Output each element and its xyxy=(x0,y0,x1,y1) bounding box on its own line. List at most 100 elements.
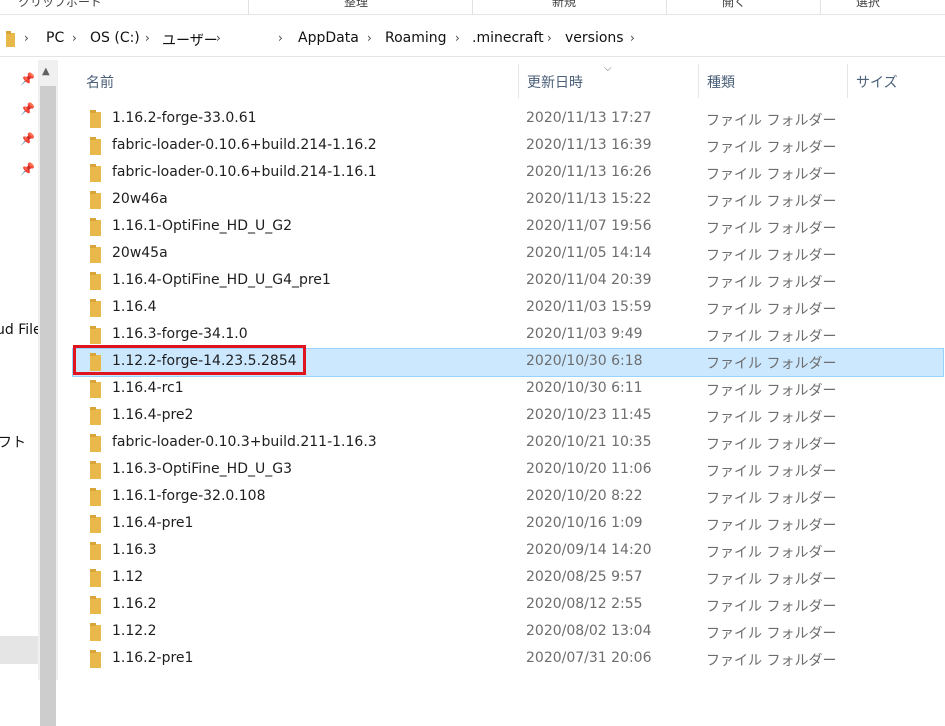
file-type: ファイル フォルダー xyxy=(706,410,837,426)
file-row[interactable]: fabric-loader-0.10.6+build.214-1.16.2 202… xyxy=(73,133,943,160)
file-date: 2020/11/13 16:26 xyxy=(526,164,652,180)
file-date: 2020/11/04 20:39 xyxy=(526,272,652,288)
folder-icon xyxy=(90,326,101,344)
breadcrumb-versions[interactable]: versions xyxy=(565,30,624,46)
file-date: 2020/10/21 10:35 xyxy=(526,434,652,450)
file-row[interactable]: 1.16.4-pre2 2020/10/23 11:45 ファイル フォルダー xyxy=(73,403,943,430)
file-name: 1.16.3-forge-34.1.0 xyxy=(112,326,248,342)
chevron-right-icon[interactable]: › xyxy=(455,31,460,45)
file-name: 1.16.3 xyxy=(112,542,157,558)
column-divider[interactable] xyxy=(518,64,519,98)
chevron-right-icon[interactable]: › xyxy=(547,31,552,45)
chevron-right-icon[interactable]: › xyxy=(278,31,283,45)
folder-icon xyxy=(90,569,101,587)
folder-icon xyxy=(90,542,101,560)
breadcrumb-users[interactable]: ユーザー xyxy=(162,30,218,50)
address-bar[interactable]: › PC › OS (C:) › ユーザー › › AppData › Roam… xyxy=(0,22,945,57)
file-row[interactable]: fabric-loader-0.10.3+build.211-1.16.3 202… xyxy=(73,430,943,457)
nav-item-cloud-files[interactable]: ud File xyxy=(0,322,42,338)
folder-icon xyxy=(90,272,101,290)
file-date: 2020/11/07 19:56 xyxy=(526,218,652,234)
chevron-right-icon[interactable]: › xyxy=(216,31,221,45)
file-row[interactable]: 1.16.2-forge-33.0.61 2020/11/13 17:27 ファイル… xyxy=(73,106,943,133)
file-row[interactable]: 1.16.4-pre1 2020/10/16 1:09 ファイル フォルダー xyxy=(73,511,943,538)
folder-icon xyxy=(90,434,101,452)
file-name: 1.16.2-forge-33.0.61 xyxy=(112,110,257,126)
file-row[interactable]: 1.16.1-forge-32.0.108 2020/10/20 8:22 ファイル… xyxy=(73,484,943,511)
file-row[interactable]: 1.16.4 2020/11/03 15:59 ファイル フォルダー xyxy=(73,295,943,322)
file-name: 1.12.2 xyxy=(112,623,157,639)
file-row[interactable]: 1.16.3 2020/09/14 14:20 ファイル フォルダー xyxy=(73,538,943,565)
file-row[interactable]: 20w45a 2020/11/05 14:14 ファイル フォルダー xyxy=(73,241,943,268)
file-type: ファイル フォルダー xyxy=(706,572,837,588)
file-date: 2020/10/16 1:09 xyxy=(526,515,643,531)
file-name: 20w45a xyxy=(112,245,168,261)
folder-icon xyxy=(90,245,101,263)
pin-icon[interactable]: 📌 xyxy=(20,162,35,176)
ribbon-group-new[interactable]: 新規 xyxy=(552,0,576,10)
scroll-up-arrow-icon[interactable]: ▲ xyxy=(42,66,50,77)
breadcrumb-pc[interactable]: PC xyxy=(46,30,64,46)
column-header-size[interactable]: サイズ xyxy=(856,72,898,92)
file-row[interactable]: 1.16.1-OptiFine_HD_U_G2 2020/11/07 19:56 フ… xyxy=(73,214,943,241)
file-date: 2020/08/25 9:57 xyxy=(526,569,643,585)
ribbon-group-select[interactable]: 選択 xyxy=(856,0,880,10)
ribbon-group-clipboard[interactable]: クリップボード xyxy=(18,0,102,10)
file-row[interactable]: 1.16.2-pre1 2020/07/31 20:06 ファイル フォルダー xyxy=(73,646,943,673)
breadcrumb-roaming[interactable]: Roaming xyxy=(385,30,447,46)
file-date: 2020/08/12 2:55 xyxy=(526,596,643,612)
nav-item-selected[interactable] xyxy=(0,636,38,664)
file-date: 2020/10/20 11:06 xyxy=(526,461,652,477)
file-date: 2020/11/13 17:27 xyxy=(526,110,652,126)
file-row[interactable]: 1.16.4-rc1 2020/10/30 6:11 ファイル フォルダー xyxy=(73,376,943,403)
file-type: ファイル フォルダー xyxy=(706,599,837,615)
file-date: 2020/11/03 9:49 xyxy=(526,326,643,342)
folder-icon xyxy=(90,488,101,506)
file-row[interactable]: 1.16.4-OptiFine_HD_U_G4_pre1 2020/11/04 2… xyxy=(73,268,943,295)
file-name: 1.16.1-forge-32.0.108 xyxy=(112,488,266,504)
file-row[interactable]: 20w46a 2020/11/13 15:22 ファイル フォルダー xyxy=(73,187,943,214)
file-type: ファイル フォルダー xyxy=(706,491,837,507)
file-type: ファイル フォルダー xyxy=(706,545,837,561)
file-name: fabric-loader-0.10.3+build.211-1.16.3 xyxy=(112,434,377,450)
breadcrumb-appdata[interactable]: AppData xyxy=(298,30,359,46)
file-name: 1.16.2 xyxy=(112,596,157,612)
nav-scrollbar[interactable]: ▲ xyxy=(38,60,58,726)
folder-icon xyxy=(90,623,101,641)
column-divider[interactable] xyxy=(698,64,699,98)
pin-icon[interactable]: 📌 xyxy=(20,102,35,116)
column-divider[interactable] xyxy=(847,64,848,98)
pin-icon[interactable]: 📌 xyxy=(20,132,35,146)
chevron-right-icon[interactable]: › xyxy=(630,31,635,45)
ribbon-group-open[interactable]: 開く xyxy=(722,0,746,10)
chevron-right-icon[interactable]: › xyxy=(24,31,29,45)
file-date: 2020/11/05 14:14 xyxy=(526,245,652,261)
ribbon-divider xyxy=(820,0,821,14)
file-type: ファイル フォルダー xyxy=(706,221,837,237)
folder-icon xyxy=(90,596,101,614)
nav-item-software[interactable]: フト xyxy=(0,432,26,452)
file-name: fabric-loader-0.10.6+build.214-1.16.1 xyxy=(112,164,377,180)
column-header-row: 名前 更新日時 種類 サイズ xyxy=(60,60,945,102)
scrollbar-thumb[interactable] xyxy=(40,86,56,726)
chevron-right-icon[interactable]: › xyxy=(367,31,372,45)
breadcrumb-drive[interactable]: OS (C:) xyxy=(90,30,140,46)
file-row[interactable]: fabric-loader-0.10.6+build.214-1.16.1 202… xyxy=(73,160,943,187)
file-row[interactable]: 1.16.2 2020/08/12 2:55 ファイル フォルダー xyxy=(73,592,943,619)
column-header-name[interactable]: 名前 xyxy=(86,72,114,92)
ribbon-divider xyxy=(248,0,249,14)
file-type: ファイル フォルダー xyxy=(706,356,837,372)
file-name: 1.16.4-pre1 xyxy=(112,515,194,531)
ribbon-group-organize[interactable]: 整理 xyxy=(344,0,368,10)
file-row[interactable]: 1.16.3-OptiFine_HD_U_G3 2020/10/20 11:06 フ… xyxy=(73,457,943,484)
breadcrumb-minecraft[interactable]: .minecraft xyxy=(472,30,544,46)
file-row[interactable]: 1.12 2020/08/25 9:57 ファイル フォルダー xyxy=(73,565,943,592)
column-header-type[interactable]: 種類 xyxy=(707,72,735,92)
file-type: ファイル フォルダー xyxy=(706,140,837,156)
chevron-right-icon[interactable]: › xyxy=(72,31,77,45)
file-name: 1.16.4 xyxy=(112,299,157,315)
column-header-date[interactable]: 更新日時 xyxy=(527,72,583,92)
file-row[interactable]: 1.12.2 2020/08/02 13:04 ファイル フォルダー xyxy=(73,619,943,646)
chevron-right-icon[interactable]: › xyxy=(145,31,150,45)
pin-icon[interactable]: 📌 xyxy=(20,72,35,86)
